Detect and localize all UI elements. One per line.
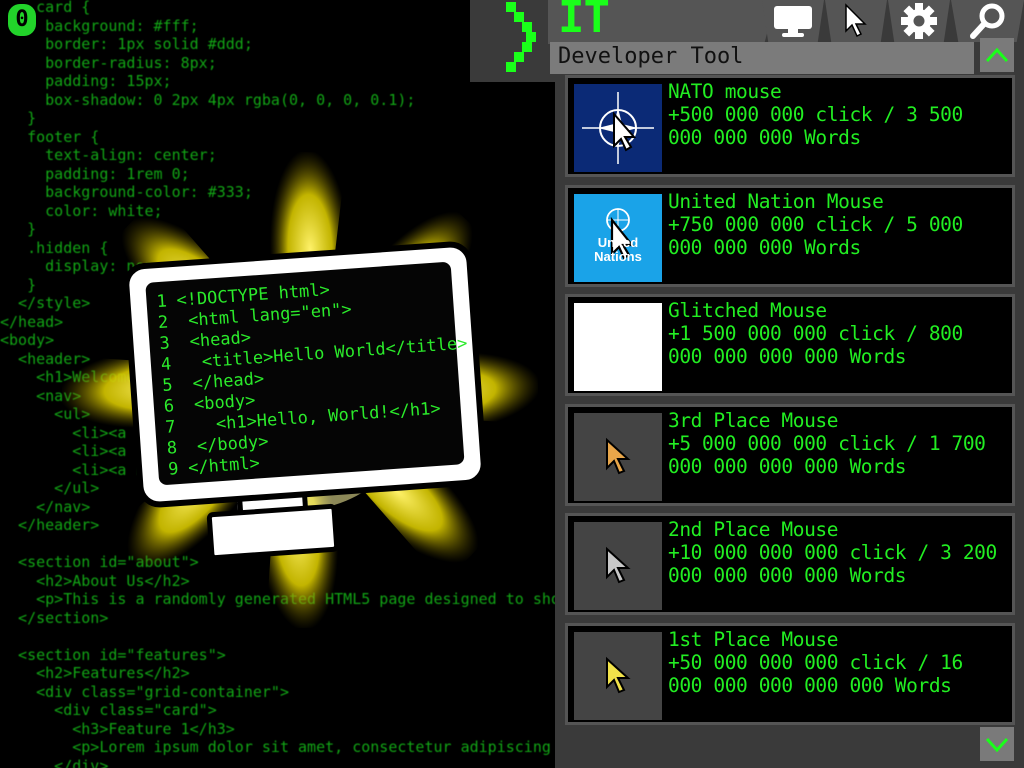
chevron-logo-icon [506,2,536,72]
tab-cursor[interactable] [825,0,887,42]
line-number: 9 [167,459,180,480]
nato-mouse-thumbnail [574,84,662,172]
code-line: <h3>Feature 1</h3> [0,719,235,738]
monitor-illustration[interactable]: 1 <!DOCTYPE html> 2 <html lang="en"> 3 <hea… [120,240,489,570]
section-title: Developer Tool [558,44,744,69]
un-mouse-thumbnail: United Nations [574,193,662,282]
code-line: <p>Lorem ipsum dolor sit amet, consectet… [0,738,560,756]
magnifier-icon [969,3,1004,39]
scroll-down-button[interactable] [980,727,1014,761]
list-item[interactable]: 2nd Place Mouse +10 000 000 000 click / … [565,513,1015,615]
gold-cursor-icon [606,656,631,693]
line-number: 2 [157,312,169,334]
code-line: <h2>Features</h2> [0,664,190,682]
nato-star-icon [582,92,654,164]
code-line: </div> [0,756,109,768]
list-item[interactable]: 1st Place Mouse +50 000 000 000 click / … [565,622,1015,725]
monitor-frame: 1 <!DOCTYPE html> 2 <html lang="en"> 3 <hea… [121,240,489,509]
tab-monitor[interactable] [762,0,824,42]
item-name: 3rd Place Mouse [668,408,839,432]
line-number: 8 [166,438,178,459]
scroll-up-button[interactable] [980,38,1014,72]
item-description: +500 000 000 click / 3 500 000 000 000 W… [668,103,963,149]
code-text: </html> [187,453,261,479]
item-description: +50 000 000 000 click / 16 000 000 000 0… [668,650,963,697]
item-text: NATO mouse +500 000 000 click / 3 500 00… [668,80,1008,149]
item-list: NATO mouse +500 000 000 click / 3 500 00… [565,75,1015,732]
bronze-cursor-icon [606,437,631,474]
item-text: Glitched Mouse +1 500 000 000 click / 80… [668,299,1008,368]
item-name: NATO mouse [668,80,782,103]
line-number: 5 [161,375,174,396]
code-line: <section id="features"> [0,645,226,664]
cursor-icon [845,3,867,38]
item-description: +5 000 000 000 click / 1 700 000 000 000… [668,431,986,478]
top-bar: IT clicker [470,0,1024,82]
monitor-icon [774,6,812,37]
gold-mouse-thumbnail [574,631,662,720]
monitor-screen: 1 <!DOCTYPE html> 2 <html lang="en"> 3 <hea… [145,261,468,486]
chevron-up-icon [985,47,1009,63]
list-item[interactable]: 3rd Place Mouse +5 000 000 000 click / 1… [565,403,1015,506]
gear-icon [901,3,937,39]
counter-badge: 0 [8,4,36,36]
tab-settings[interactable] [888,0,950,42]
monitor-stand-base [206,503,340,561]
line-number: 3 [158,333,171,355]
silver-cursor-icon [606,546,631,584]
item-text: 1st Place Mouse +50 000 000 000 click / … [668,628,1008,697]
item-name: Glitched Mouse [668,299,827,322]
line-number: 1 [155,291,168,313]
item-name: 1st Place Mouse [668,627,839,651]
code-line: <div class="grid-container"> [0,682,289,701]
silver-mouse-thumbnail [574,522,662,610]
glitched-mouse-thumbnail [574,303,662,391]
tab-search[interactable] [951,0,1024,42]
item-description: +1 500 000 000 click / 800 000 000 000 0… [668,322,963,368]
item-text: 2nd Place Mouse +10 000 000 000 click / … [668,518,1008,587]
item-name: United Nation Mouse [668,189,884,213]
list-item[interactable]: United Nations United Nation Mouse +750 … [565,184,1015,287]
item-description: +750 000 000 click / 5 000 000 000 000 W… [668,212,963,259]
item-text: United Nation Mouse +750 000 000 click /… [668,190,1008,259]
item-text: 3rd Place Mouse +5 000 000 000 click / 1… [668,409,1008,478]
list-item[interactable]: Glitched Mouse +1 500 000 000 click / 80… [565,294,1015,396]
code-line: } [0,109,37,127]
un-logo-text: United Nations [594,234,642,264]
background-code-area: .card { background: #fff; border: 1px so… [0,0,560,768]
code-line: <div class="card"> [0,701,217,719]
bronze-mouse-thumbnail [574,412,662,501]
item-description: +10 000 000 000 click / 3 200 000 000 00… [668,541,997,587]
developer-tool-panel: NATO mouse +500 000 000 click / 3 500 00… [555,75,1024,768]
chevron-down-icon [985,737,1009,753]
code-line: box-shadow: 0 2px 4px rgba(0, 0, 0, 0.1)… [0,90,416,109]
app-title: IT clicker [548,0,778,44]
line-number: 7 [164,417,177,438]
line-number: 6 [163,396,175,417]
item-name: 2nd Place Mouse [668,518,839,541]
list-item[interactable]: NATO mouse +500 000 000 click / 3 500 00… [565,75,1015,177]
